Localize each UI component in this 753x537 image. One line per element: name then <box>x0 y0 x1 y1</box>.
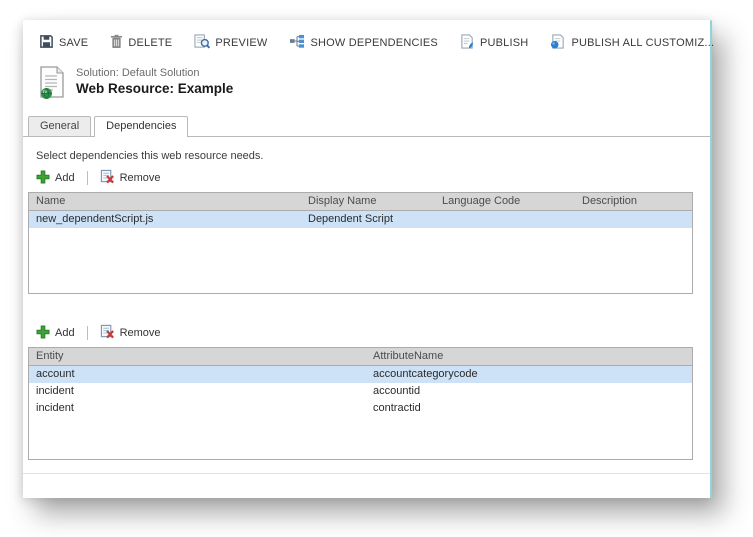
publish-label: PUBLISH <box>480 37 528 49</box>
attributes-table-header: Entity AttributeName <box>29 348 692 366</box>
record-header: Solution: Default Solution Web Resource:… <box>23 58 710 105</box>
tab-strip: General Dependencies <box>23 115 710 137</box>
remove-label: Remove <box>120 327 161 339</box>
remove-icon <box>100 169 115 187</box>
toolbar-separator <box>87 171 88 185</box>
remove-label: Remove <box>120 172 161 184</box>
remove-attribute-button[interactable]: Remove <box>100 324 161 342</box>
show-dependencies-icon <box>289 34 305 52</box>
preview-button[interactable]: PREVIEW <box>194 34 267 52</box>
delete-button[interactable]: DELETE <box>110 34 172 52</box>
remove-dependency-button[interactable]: Remove <box>100 169 161 187</box>
delete-label: DELETE <box>128 37 172 49</box>
column-header-description[interactable]: Description <box>575 193 692 210</box>
show-dependencies-label: SHOW DEPENDENCIES <box>310 37 437 49</box>
table-row[interactable]: incidentcontractid <box>29 400 692 417</box>
column-header-entity[interactable]: Entity <box>29 348 366 365</box>
dependencies-panel: Select dependencies this web resource ne… <box>23 150 710 460</box>
publish-icon <box>460 34 475 52</box>
page-title: Web Resource: Example <box>76 79 233 96</box>
remove-icon <box>100 324 115 342</box>
web-resource-window: SAVE DELETE PREVIEW SHOW DEPENDENCIES PU… <box>23 20 712 498</box>
publish-button[interactable]: PUBLISH <box>460 34 528 52</box>
table-cell: Dependent Script <box>301 211 435 228</box>
attributes-list-toolbar: Add Remove <box>28 320 693 347</box>
add-label: Add <box>55 327 75 339</box>
table-row[interactable]: new_dependentScript.jsDependent Script <box>29 211 692 228</box>
column-header-attributename[interactable]: AttributeName <box>366 348 692 365</box>
dependencies-table-body: new_dependentScript.jsDependent Script <box>29 211 692 293</box>
publish-all-icon <box>550 34 566 52</box>
save-icon <box>39 34 54 52</box>
table-cell <box>575 211 692 228</box>
publish-all-label: PUBLISH ALL CUSTOMIZ... <box>571 37 714 49</box>
table-row[interactable]: incidentaccountid <box>29 383 692 400</box>
column-header-language-code[interactable]: Language Code <box>435 193 575 210</box>
publish-all-button[interactable]: PUBLISH ALL CUSTOMIZ... <box>550 34 714 52</box>
table-cell <box>435 211 575 228</box>
column-header-display-name[interactable]: Display Name <box>301 193 435 210</box>
preview-icon <box>194 34 210 52</box>
show-dependencies-button[interactable]: SHOW DEPENDENCIES <box>289 34 437 52</box>
tab-dependencies[interactable]: Dependencies <box>94 116 188 137</box>
tab-general[interactable]: General <box>28 116 91 136</box>
table-cell: accountid <box>366 383 692 400</box>
attributes-table-body: accountaccountcategorycodeincidentaccoun… <box>29 366 692 459</box>
column-header-name[interactable]: Name <box>29 193 301 210</box>
add-dependency-button[interactable]: Add <box>36 170 75 187</box>
dependencies-list-toolbar: Add Remove <box>28 165 693 192</box>
solution-label: Solution: Default Solution <box>76 66 233 79</box>
table-cell: incident <box>29 383 366 400</box>
table-cell: contractid <box>366 400 692 417</box>
dependencies-table: Name Display Name Language Code Descript… <box>28 192 693 294</box>
toolbar-separator <box>87 326 88 340</box>
add-icon <box>36 325 50 342</box>
add-icon <box>36 170 50 187</box>
save-label: SAVE <box>59 37 88 49</box>
save-button[interactable]: SAVE <box>39 34 88 52</box>
preview-label: PREVIEW <box>215 37 267 49</box>
footer-band <box>23 474 710 498</box>
web-resource-icon <box>37 66 67 105</box>
command-toolbar: SAVE DELETE PREVIEW SHOW DEPENDENCIES PU… <box>23 20 710 58</box>
attributes-table: Entity AttributeName accountaccountcateg… <box>28 347 693 460</box>
add-label: Add <box>55 172 75 184</box>
table-cell: incident <box>29 400 366 417</box>
table-cell: account <box>29 366 366 383</box>
delete-icon <box>110 34 123 52</box>
instruction-text: Select dependencies this web resource ne… <box>36 150 693 162</box>
table-cell: accountcategorycode <box>366 366 692 383</box>
table-row[interactable]: accountaccountcategorycode <box>29 366 692 383</box>
table-cell: new_dependentScript.js <box>29 211 301 228</box>
section-gap <box>28 294 693 320</box>
record-titles: Solution: Default Solution Web Resource:… <box>76 66 233 96</box>
add-attribute-button[interactable]: Add <box>36 325 75 342</box>
dependencies-table-header: Name Display Name Language Code Descript… <box>29 193 692 211</box>
